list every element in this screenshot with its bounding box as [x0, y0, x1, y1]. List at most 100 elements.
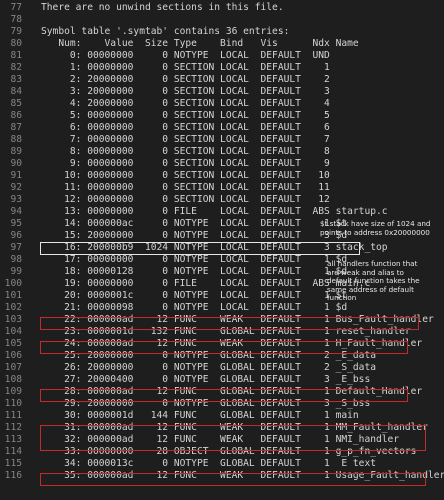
line-number: 82 — [10, 62, 22, 73]
line-text: 9: 00000000 0 SECTION LOCAL DEFAULT 9 — [41, 158, 330, 169]
line-text: 21: 00000098 0 NOTYPE LOCAL DEFAULT 1 $d — [41, 302, 348, 313]
code-line: 89 8: 00000000 0 SECTION LOCAL DEFAULT 8 — [0, 146, 444, 158]
line-text: Symbol table '.symtab' contains 36 entri… — [41, 26, 290, 37]
line-text: 23: 0000001d 132 FUNC GLOBAL DEFAULT 1 r… — [41, 326, 411, 337]
line-text: 33: 00000000 28 OBJECT GLOBAL DEFAULT 1 … — [41, 446, 417, 457]
line-number: 113 — [4, 434, 22, 445]
line-number: 83 — [10, 74, 22, 85]
line-number: 116 — [4, 470, 22, 481]
line-text: 5: 00000000 0 SECTION LOCAL DEFAULT 5 — [41, 110, 330, 121]
line-text: 26: 20000000 0 NOTYPE GLOBAL DEFAULT 2 _… — [41, 362, 377, 373]
line-number: 79 — [10, 26, 22, 37]
line-text: 12: 00000000 0 SECTION LOCAL DEFAULT 12 — [41, 194, 330, 205]
handler-note: all handlers function that are weak and … — [327, 259, 420, 303]
line-number: 114 — [4, 446, 22, 457]
line-text: 1: 00000000 0 SECTION LOCAL DEFAULT 1 — [41, 62, 330, 73]
code-line: 83 2: 20000000 0 SECTION LOCAL DEFAULT 2 — [0, 74, 444, 86]
line-number: 86 — [10, 110, 22, 121]
line-text: There are no unwind sections in this fil… — [41, 2, 284, 13]
code-line: 87 6: 00000000 0 SECTION LOCAL DEFAULT 6 — [0, 122, 444, 134]
line-text: 10: 00000000 0 SECTION LOCAL DEFAULT 10 — [41, 170, 330, 181]
line-number: 112 — [4, 422, 22, 433]
line-number: 101 — [4, 290, 22, 301]
code-line: 80 Num: Value Size Type Bind Vis Ndx Nam… — [0, 38, 444, 50]
line-number: 93 — [10, 194, 22, 205]
code-line: 112 31: 000000ad 12 FUNC WEAK DEFAULT 1 … — [0, 422, 444, 434]
line-number: 109 — [4, 386, 22, 397]
code-line: 106 25: 20000000 0 NOTYPE GLOBAL DEFAULT… — [0, 350, 444, 362]
code-line: 97 16: 200000b9 1024 NOTYPE LOCAL DEFAUL… — [0, 242, 444, 254]
line-text: 8: 00000000 0 SECTION LOCAL DEFAULT 8 — [41, 146, 330, 157]
code-line: 92 11: 00000000 0 SECTION LOCAL DEFAULT … — [0, 182, 444, 194]
code-line: 94 13: 00000000 0 FILE LOCAL DEFAULT ABS… — [0, 206, 444, 218]
code-line: 93 12: 00000000 0 SECTION LOCAL DEFAULT … — [0, 194, 444, 206]
code-line: 78 — [0, 14, 444, 26]
line-text: 15: 20000000 0 NOTYPE LOCAL DEFAULT 3 $d — [41, 230, 348, 241]
line-number: 103 — [4, 314, 22, 325]
line-text: 27: 20000400 0 NOTYPE GLOBAL DEFAULT 3 _… — [41, 374, 371, 385]
code-line: 103 22: 000000ad 12 FUNC WEAK DEFAULT 1 … — [0, 314, 444, 326]
line-number: 99 — [10, 266, 22, 277]
line-text: 16: 200000b9 1024 NOTYPE LOCAL DEFAULT 3… — [41, 242, 388, 253]
code-line: 81 0: 00000000 0 NOTYPE LOCAL DEFAULT UN… — [0, 50, 444, 62]
code-line: 110 29: 20000000 0 NOTYPE GLOBAL DEFAULT… — [0, 398, 444, 410]
line-text: 14: 000000ac 0 NOTYPE LOCAL DEFAULT 1 $t — [41, 218, 348, 229]
code-line: 115 34: 0000013c 0 NOTYPE GLOBAL DEFAULT… — [0, 458, 444, 470]
line-text: 30: 0000001d 144 FUNC GLOBAL DEFAULT 1 m… — [41, 410, 359, 421]
code-line: 91 10: 00000000 0 SECTION LOCAL DEFAULT … — [0, 170, 444, 182]
line-number: 91 — [10, 170, 22, 181]
line-number: 107 — [4, 362, 22, 373]
line-text: 31: 000000ad 12 FUNC WEAK DEFAULT 1 MM_F… — [41, 422, 428, 433]
code-line: 85 4: 20000000 0 SECTION LOCAL DEFAULT 4 — [0, 98, 444, 110]
line-number: 92 — [10, 182, 22, 193]
line-text: 2: 20000000 0 SECTION LOCAL DEFAULT 2 — [41, 74, 330, 85]
line-number: 80 — [10, 38, 22, 49]
code-line: 114 33: 00000000 28 OBJECT GLOBAL DEFAUL… — [0, 446, 444, 458]
line-text: 18: 00000128 0 NOTYPE LOCAL DEFAULT 1 $d — [41, 266, 348, 277]
line-text: 3: 20000000 0 SECTION LOCAL DEFAULT 3 — [41, 86, 330, 97]
line-text: 19: 00000000 0 FILE LOCAL DEFAULT ABS ma… — [41, 278, 371, 289]
line-text: 6: 00000000 0 SECTION LOCAL DEFAULT 6 — [41, 122, 330, 133]
line-number: 81 — [10, 50, 22, 61]
line-number: 88 — [10, 134, 22, 145]
line-text: 17: 00000000 0 NOTYPE LOCAL DEFAULT 1 $d — [41, 254, 348, 265]
line-number: 84 — [10, 86, 22, 97]
code-line: 77 There are no unwind sections in this f… — [0, 2, 444, 14]
line-number: 77 — [10, 2, 22, 13]
line-number: 94 — [10, 206, 22, 217]
line-text: 4: 20000000 0 SECTION LOCAL DEFAULT 4 — [41, 98, 330, 109]
line-number: 90 — [10, 158, 22, 169]
line-text: 28: 000000ad 12 FUNC GLOBAL DEFAULT 1 De… — [41, 386, 423, 397]
line-number: 111 — [4, 410, 22, 421]
line-text: 11: 00000000 0 SECTION LOCAL DEFAULT 11 — [41, 182, 330, 193]
line-text: 35: 000000ad 12 FUNC WEAK DEFAULT 1 Usag… — [41, 470, 444, 481]
code-line: 104 23: 0000001d 132 FUNC GLOBAL DEFAULT… — [0, 326, 444, 338]
code-line: 79 Symbol table '.symtab' contains 36 ent… — [0, 26, 444, 38]
line-text: 22: 000000ad 12 FUNC WEAK DEFAULT 1 Bus_… — [41, 314, 434, 325]
code-line: 113 32: 000000ad 12 FUNC WEAK DEFAULT 1 … — [0, 434, 444, 446]
line-number: 87 — [10, 122, 22, 133]
line-text: 29: 20000000 0 NOTYPE GLOBAL DEFAULT 3 _… — [41, 398, 371, 409]
code-line: 82 1: 00000000 0 SECTION LOCAL DEFAULT 1 — [0, 62, 444, 74]
code-line: 86 5: 00000000 0 SECTION LOCAL DEFAULT 5 — [0, 110, 444, 122]
code-line: 107 26: 20000000 0 NOTYPE GLOBAL DEFAULT… — [0, 362, 444, 374]
code-line: 102 21: 00000098 0 NOTYPE LOCAL DEFAULT … — [0, 302, 444, 314]
line-number: 85 — [10, 98, 22, 109]
line-text: 20: 0000001c 0 NOTYPE LOCAL DEFAULT 1 $t — [41, 290, 348, 301]
code-line: 90 9: 00000000 0 SECTION LOCAL DEFAULT 9 — [0, 158, 444, 170]
line-number: 100 — [4, 278, 22, 289]
line-text: 25: 20000000 0 NOTYPE GLOBAL DEFAULT 2 _… — [41, 350, 377, 361]
line-number: 98 — [10, 254, 22, 265]
line-number: 78 — [10, 14, 22, 25]
line-number: 89 — [10, 146, 22, 157]
line-text: Num: Value Size Type Bind Vis Ndx Name — [41, 38, 359, 49]
code-line: 88 7: 00000000 0 SECTION LOCAL DEFAULT 7 — [0, 134, 444, 146]
code-line: 108 27: 20000400 0 NOTYPE GLOBAL DEFAULT… — [0, 374, 444, 386]
line-number: 104 — [4, 326, 22, 337]
code-line: 116 35: 000000ad 12 FUNC WEAK DEFAULT 1 … — [0, 470, 444, 482]
line-number: 95 — [10, 218, 22, 229]
editor[interactable]: 77 There are no unwind sections in this f… — [0, 0, 444, 500]
line-text: 7: 00000000 0 SECTION LOCAL DEFAULT 7 — [41, 134, 330, 145]
line-number: 110 — [4, 398, 22, 409]
line-text: 34: 0000013c 0 NOTYPE GLOBAL DEFAULT 1 E… — [41, 458, 377, 469]
